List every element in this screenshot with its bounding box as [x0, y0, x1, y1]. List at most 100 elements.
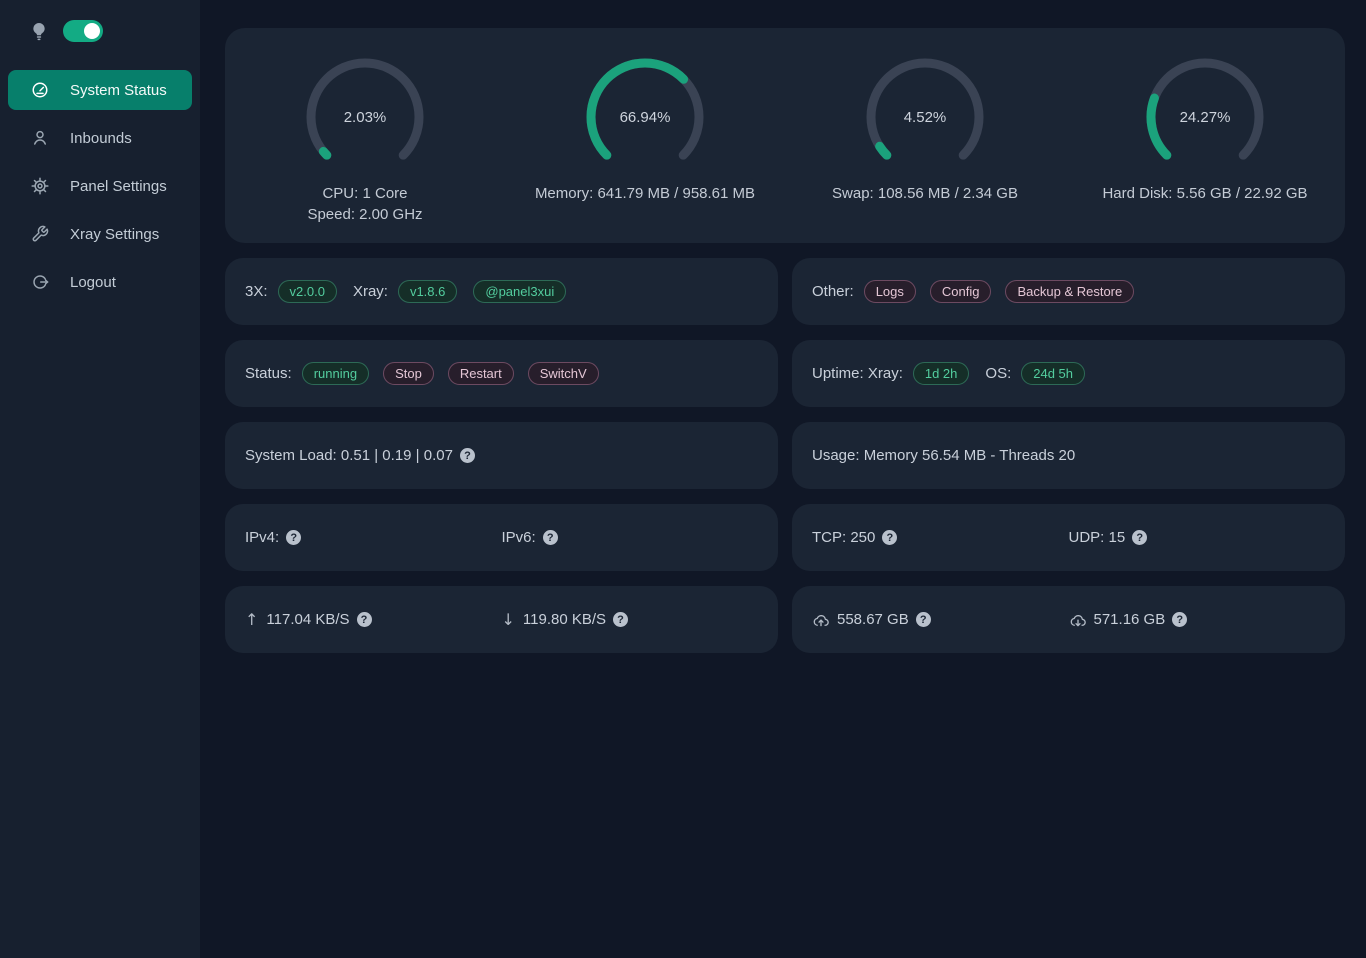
sidebar-item-label: Logout	[70, 274, 116, 291]
wrench-icon	[31, 225, 49, 243]
uptime-xray-label: Uptime: Xray:	[812, 365, 903, 382]
sidebar-item-label: Panel Settings	[70, 178, 167, 195]
sidebar-item-label: System Status	[70, 82, 167, 99]
3x-label: 3X:	[245, 283, 268, 300]
cpu-caption-line1: CPU: 1 Core	[307, 183, 422, 204]
theme-toggle-row	[0, 20, 200, 42]
disk-percent: 24.27%	[1145, 57, 1265, 177]
xray-label: Xray:	[353, 283, 388, 300]
ipv6-help-icon[interactable]: ?	[543, 530, 558, 545]
info-grid: 3X: v2.0.0 Xray: v1.8.6 @panel3xui Other…	[225, 258, 1345, 653]
user-icon	[31, 129, 49, 147]
telegram-tag[interactable]: @panel3xui	[473, 280, 566, 303]
disk-gauge: 24.27% Hard Disk: 5.56 GB / 22.92 GB	[1065, 57, 1345, 243]
tcp-section: TCP: 250 ?	[812, 529, 1069, 546]
download-speed-section: ↓ 119.80 KB/S ?	[502, 610, 759, 629]
disk-caption-line1: Hard Disk: 5.56 GB / 22.92 GB	[1102, 183, 1307, 204]
traffic-totals-card: 558.67 GB ? 571.16 GB ?	[792, 586, 1345, 653]
network-speed-card: ↑ 117.04 KB/S ? ↓ 119.80 KB/S ?	[225, 586, 778, 653]
ipv6-label: IPv6:	[502, 529, 536, 546]
cpu-caption-line2: Speed: 2.00 GHz	[307, 204, 422, 225]
switch-version-button[interactable]: SwitchV	[528, 362, 599, 385]
other-card: Other: Logs Config Backup & Restore	[792, 258, 1345, 325]
usage-card: Usage: Memory 56.54 MB - Threads 20	[792, 422, 1345, 489]
app-root: System Status Inbounds	[0, 0, 1366, 958]
backup-restore-button[interactable]: Backup & Restore	[1005, 280, 1134, 303]
os-uptime-tag: 24d 5h	[1021, 362, 1085, 385]
os-label: OS:	[985, 365, 1011, 382]
panel-version-tag: v2.0.0	[278, 280, 337, 303]
system-load-text: System Load: 0.51 | 0.19 | 0.07	[245, 447, 453, 464]
xray-uptime-tag: 1d 2h	[913, 362, 970, 385]
other-label: Other:	[812, 283, 854, 300]
xray-status-card: Status: running Stop Restart SwitchV	[225, 340, 778, 407]
arrow-up-icon: ↑	[245, 610, 258, 629]
config-button[interactable]: Config	[930, 280, 992, 303]
udp-count-label: UDP: 15	[1069, 529, 1126, 546]
sidebar: System Status Inbounds	[0, 0, 200, 958]
swap-gauge: 4.52% Swap: 108.56 MB / 2.34 GB	[785, 57, 1065, 243]
system-load-help-icon[interactable]: ?	[460, 448, 475, 463]
usage-text: Usage: Memory 56.54 MB - Threads 20	[812, 447, 1075, 464]
download-speed-help-icon[interactable]: ?	[613, 612, 628, 627]
sidebar-item-system-status[interactable]: System Status	[8, 70, 192, 110]
total-download-section: 571.16 GB ?	[1069, 611, 1326, 628]
udp-help-icon[interactable]: ?	[1132, 530, 1147, 545]
version-card: 3X: v2.0.0 Xray: v1.8.6 @panel3xui	[225, 258, 778, 325]
swap-gauge-ring: 4.52%	[865, 57, 985, 177]
cpu-gauge: 2.03% CPU: 1 Core Speed: 2.00 GHz	[225, 57, 505, 243]
status-label: Status:	[245, 365, 292, 382]
sidebar-item-xray-settings[interactable]: Xray Settings	[8, 214, 192, 254]
memory-percent: 66.94%	[585, 57, 705, 177]
memory-caption-line1: Memory: 641.79 MB / 958.61 MB	[535, 183, 755, 204]
system-load-card: System Load: 0.51 | 0.19 | 0.07 ?	[225, 422, 778, 489]
sidebar-item-panel-settings[interactable]: Panel Settings	[8, 166, 192, 206]
logs-button[interactable]: Logs	[864, 280, 916, 303]
total-download-value: 571.16 GB	[1094, 611, 1166, 628]
restart-button[interactable]: Restart	[448, 362, 514, 385]
cpu-gauge-ring: 2.03%	[305, 57, 425, 177]
light-bulb-icon	[31, 22, 47, 41]
upload-speed-help-icon[interactable]: ?	[357, 612, 372, 627]
sidebar-item-logout[interactable]: Logout	[8, 262, 192, 302]
swap-caption: Swap: 108.56 MB / 2.34 GB	[832, 183, 1018, 204]
sidebar-nav: System Status Inbounds	[0, 66, 200, 306]
gear-icon	[31, 177, 49, 195]
xray-version-tag: v1.8.6	[398, 280, 457, 303]
memory-gauge: 66.94% Memory: 641.79 MB / 958.61 MB	[505, 57, 785, 243]
uptime-card: Uptime: Xray: 1d 2h OS: 24d 5h	[792, 340, 1345, 407]
sidebar-item-label: Inbounds	[70, 130, 132, 147]
ipv4-label: IPv4:	[245, 529, 279, 546]
tcp-help-icon[interactable]: ?	[882, 530, 897, 545]
connections-card: TCP: 250 ? UDP: 15 ?	[792, 504, 1345, 571]
ip-card: IPv4: ? IPv6: ?	[225, 504, 778, 571]
dark-mode-toggle[interactable]	[63, 20, 103, 42]
disk-caption: Hard Disk: 5.56 GB / 22.92 GB	[1102, 183, 1307, 204]
swap-caption-line1: Swap: 108.56 MB / 2.34 GB	[832, 183, 1018, 204]
stop-button[interactable]: Stop	[383, 362, 434, 385]
swap-percent: 4.52%	[865, 57, 985, 177]
ipv6-section: IPv6: ?	[502, 529, 759, 546]
cloud-upload-icon	[812, 612, 830, 628]
download-speed-value: 119.80 KB/S	[523, 611, 606, 628]
memory-gauge-ring: 66.94%	[585, 57, 705, 177]
ipv4-section: IPv4: ?	[245, 529, 502, 546]
upload-speed-section: ↑ 117.04 KB/S ?	[245, 610, 502, 629]
ipv4-help-icon[interactable]: ?	[286, 530, 301, 545]
udp-section: UDP: 15 ?	[1069, 529, 1326, 546]
memory-caption: Memory: 641.79 MB / 958.61 MB	[535, 183, 755, 204]
total-download-help-icon[interactable]: ?	[1172, 612, 1187, 627]
sidebar-item-label: Xray Settings	[70, 226, 159, 243]
total-upload-help-icon[interactable]: ?	[916, 612, 931, 627]
running-status-tag: running	[302, 362, 369, 385]
logout-icon	[31, 273, 49, 291]
cloud-download-icon	[1069, 612, 1087, 628]
total-upload-value: 558.67 GB	[837, 611, 909, 628]
upload-speed-value: 117.04 KB/S	[266, 611, 349, 628]
sidebar-item-inbounds[interactable]: Inbounds	[8, 118, 192, 158]
toggle-knob	[84, 23, 100, 39]
cpu-percent: 2.03%	[305, 57, 425, 177]
dashboard-icon	[31, 81, 49, 99]
total-upload-section: 558.67 GB ?	[812, 611, 1069, 628]
arrow-down-icon: ↓	[502, 610, 515, 629]
